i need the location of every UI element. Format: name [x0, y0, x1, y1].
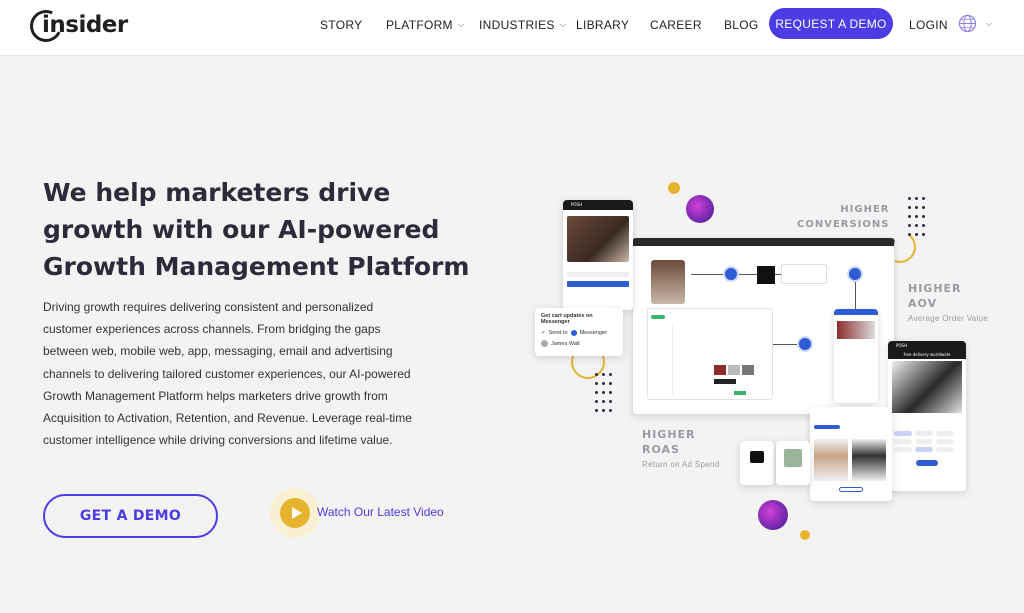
nav-label: INDUSTRIES [479, 18, 555, 32]
play-icon [280, 498, 310, 528]
nav-library[interactable]: LIBRARY [576, 18, 629, 32]
message-preview [781, 264, 827, 284]
product-image [852, 439, 886, 481]
boots-image [567, 216, 629, 262]
nav-story[interactable]: STORY [320, 18, 362, 32]
stat-conversions: HIGHER CONVERSIONS [797, 202, 889, 232]
avatar [541, 340, 548, 347]
inbox-panel [647, 308, 773, 400]
stat-title: HIGHER [840, 204, 890, 215]
phone-brand: POSH [888, 341, 966, 351]
product-image [814, 439, 848, 481]
stat-subtitle: Return on Ad Spend [642, 460, 720, 469]
recommendation-card [810, 407, 892, 501]
jacket-image [784, 449, 802, 467]
product-grid [814, 439, 888, 481]
user-name: James Watt [551, 340, 580, 347]
decor-dot-grid [908, 197, 930, 245]
stat-roas: HIGHER ROAS Return on Ad Spend [642, 427, 719, 472]
stat-subtitle: Average Order Value [908, 314, 989, 323]
model-photo [892, 361, 962, 413]
flow-node-icon [723, 266, 739, 282]
hero-description: Driving growth requires delivering consi… [43, 300, 412, 448]
product-thumb [728, 365, 740, 375]
messenger-icon [570, 330, 577, 336]
action-button [734, 391, 746, 395]
decor-dot-grid [595, 373, 617, 421]
decor-orb [758, 500, 788, 530]
stat-title: AOV [908, 297, 938, 310]
flow-line [773, 344, 797, 345]
phone-mockup-left: POSH [563, 200, 633, 310]
messenger-label: Messenger [579, 330, 607, 336]
flow-node-icon [797, 336, 813, 352]
user-row: James Watt [541, 340, 617, 347]
login-link[interactable]: LOGIN [909, 18, 948, 32]
nav-label: STORY [320, 18, 363, 32]
check-icon: ✓ [541, 330, 546, 336]
get-demo-button[interactable]: GET A DEMO [43, 494, 218, 538]
messenger-card-title: Get cart updates on Messenger [541, 313, 593, 325]
send-to-label: Send to [548, 330, 568, 336]
hero-illustration: HIGHER CONVERSIONS HIGHER AOV Average Or… [530, 175, 1010, 545]
stat-title: CONVERSIONS [797, 219, 890, 230]
category-chips [894, 431, 960, 452]
nav-career[interactable]: CAREER [650, 18, 702, 32]
chevron-down-icon[interactable]: ⌵ [986, 19, 992, 29]
product-image [837, 321, 875, 339]
person-photo [651, 260, 685, 304]
next-button [916, 460, 938, 466]
messenger-card: Get cart updates on Messenger ✓ Send to … [535, 308, 623, 356]
phone-mockup-right: POSH free delivery worldwide [888, 341, 966, 491]
phone-brand: POSH [563, 200, 633, 210]
product-thumb [714, 365, 726, 375]
stat-title: HIGHER [908, 282, 962, 295]
login-label: LOGIN [909, 18, 948, 32]
site-header: insider STORY PLATFORM ⌵ INDUSTRIES ⌵ LI… [0, 0, 1024, 56]
nav-label: CAREER [650, 18, 702, 32]
tab-chip [814, 425, 840, 429]
nav-label: BLOG [724, 18, 759, 32]
see-more-button [839, 487, 863, 492]
product-card [776, 441, 810, 485]
promo-banner: free delivery worldwide [888, 351, 966, 359]
chevron-down-icon: ⌵ [559, 20, 567, 29]
insider-logo[interactable]: insider [25, 5, 128, 47]
nav-label: LIBRARY [576, 18, 630, 32]
stat-title: HIGHER [642, 428, 696, 441]
size-select [567, 272, 629, 277]
logo-text: insider [42, 12, 128, 38]
product-card [740, 441, 774, 485]
posh-logo [757, 266, 775, 284]
request-demo-button[interactable]: REQUEST A DEMO [769, 8, 893, 39]
play-video-button[interactable] [270, 488, 320, 538]
hero-title: We help marketers drive growth with our … [43, 178, 470, 281]
decor-dot [800, 530, 810, 540]
globe-icon[interactable] [958, 14, 977, 33]
watch-video-link[interactable]: Watch Our Latest Video [317, 505, 444, 519]
nav-blog[interactable]: BLOG [724, 18, 759, 32]
stat-title: ROAS [642, 443, 680, 456]
phone-mockup-mid [834, 309, 878, 403]
nav-industries[interactable]: INDUSTRIES ⌵ [479, 18, 566, 32]
decor-orb [686, 195, 714, 223]
action-button [714, 379, 736, 384]
stat-aov: HIGHER AOV Average Order Value [908, 281, 988, 326]
nav-platform[interactable]: PLATFORM ⌵ [386, 18, 464, 32]
add-to-cart-button [567, 281, 629, 287]
decor-dot [668, 182, 680, 194]
bag-image [750, 451, 764, 463]
messenger-row: ✓ Send to Messenger [541, 330, 617, 336]
chevron-down-icon: ⌵ [457, 20, 465, 29]
product-thumb [742, 365, 754, 375]
nav-label: PLATFORM [386, 18, 453, 32]
status-chip [651, 315, 665, 319]
phone-header [834, 309, 878, 315]
flow-node-icon [847, 266, 863, 282]
sidebar-list [651, 325, 673, 395]
